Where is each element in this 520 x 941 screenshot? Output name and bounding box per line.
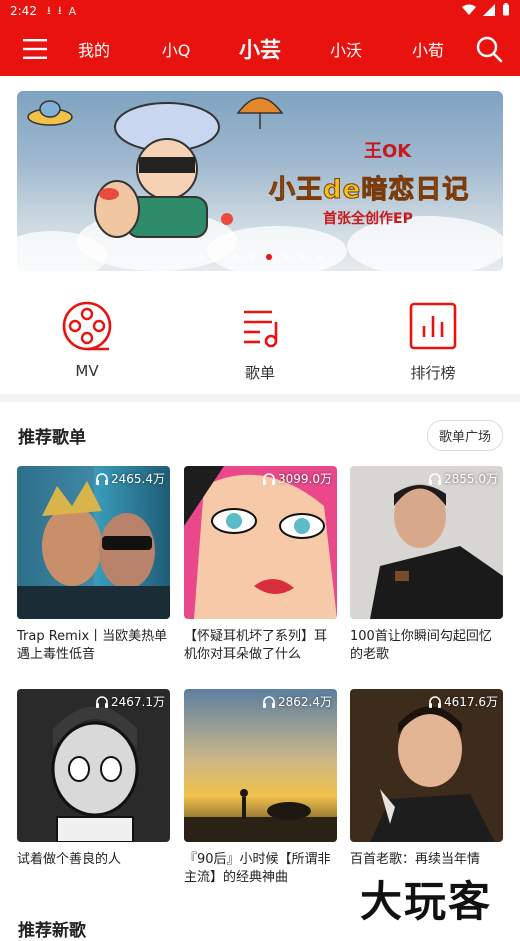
- play-count: 4617.6万: [428, 693, 498, 710]
- next-section-title: 推荐新歌: [18, 921, 86, 941]
- shortcut-label: 排行榜: [410, 364, 456, 382]
- carousel-dot-active[interactable]: [265, 254, 272, 260]
- banner-subtitle: 首张全创作EP: [323, 211, 413, 227]
- download-icon: ⭳: [57, 3, 62, 17]
- watermark-text: 大玩客: [360, 877, 493, 926]
- headphones-icon: [429, 695, 441, 708]
- shortcut-label: 歌单: [244, 364, 275, 382]
- cover-art: [51, 706, 139, 842]
- banner-carousel[interactable]: 王OK 小王de暗恋日记 首张全创作EP: [17, 91, 503, 271]
- section-title: 推荐歌单: [18, 427, 86, 448]
- shortcut-row: MV 歌单 排行榜: [0, 300, 520, 384]
- playlist-cover: 2862.4万: [184, 689, 337, 842]
- tab-bar: 我的 小Q 小芸 小沃 小荀: [70, 34, 458, 64]
- status-time: 2:42: [10, 4, 37, 18]
- shortcut-label: MV: [75, 362, 99, 380]
- download-icon: ⭳: [46, 3, 51, 17]
- play-count: 2862.4万: [262, 693, 332, 710]
- carousel-dot[interactable]: [299, 254, 306, 260]
- playlist-icon: [244, 310, 278, 348]
- battery-icon: [502, 3, 510, 19]
- play-count-text: 2465.4万: [111, 472, 165, 486]
- play-count-text: 2862.4万: [278, 695, 332, 709]
- headphones-icon: [429, 472, 441, 485]
- playlist-card[interactable]: 2862.4万 『90后』小时候【所谓非主流】的经典神曲: [184, 689, 337, 887]
- play-count-text: 3099.0万: [278, 472, 332, 486]
- play-count-text: 2467.1万: [111, 695, 165, 709]
- playlist-cover: 2465.4万: [17, 466, 170, 619]
- search-button[interactable]: [458, 22, 520, 76]
- play-count: 3099.0万: [262, 470, 332, 487]
- shortcut-mv[interactable]: MV: [37, 300, 137, 380]
- carousel-dot[interactable]: [282, 254, 289, 260]
- playlist-cover: 4617.6万: [350, 689, 503, 842]
- tab-xiaoyun[interactable]: 小芸: [232, 34, 288, 64]
- cover-art: [184, 466, 337, 619]
- shortcut-charts[interactable]: 排行榜: [383, 300, 483, 383]
- cover-art: [370, 484, 503, 619]
- play-count: 2465.4万: [95, 470, 165, 487]
- ufo-icon: [27, 100, 73, 126]
- wifi-icon: [462, 4, 476, 19]
- section-divider: [0, 394, 520, 402]
- headphones-icon: [263, 695, 275, 708]
- carousel-dot[interactable]: [197, 254, 204, 260]
- play-count: 2855.0万: [428, 470, 498, 487]
- play-count-text: 2855.0万: [444, 472, 498, 486]
- hamburger-menu-icon: [23, 39, 47, 59]
- tab-xiaowo[interactable]: 小沃: [322, 37, 370, 61]
- search-icon: [476, 36, 503, 63]
- play-count-text: 4617.6万: [444, 695, 498, 709]
- tab-xiaoxun[interactable]: 小荀: [404, 37, 452, 61]
- headphones-icon: [96, 695, 108, 708]
- carousel-dot[interactable]: [231, 254, 238, 260]
- menu-button[interactable]: [0, 22, 70, 76]
- playlist-plaza-button[interactable]: 歌单广场: [426, 419, 503, 451]
- tab-xiaoq[interactable]: 小Q: [152, 37, 200, 61]
- film-reel-icon: [62, 301, 112, 351]
- shortcut-playlist[interactable]: 歌单: [210, 300, 310, 383]
- cover-art: [370, 706, 495, 842]
- playlist-card[interactable]: 3099.0万 【怀疑耳机坏了系列】耳机你对耳朵做了什么: [184, 466, 337, 664]
- umbrella-icon: [236, 97, 284, 129]
- banner-illustration: [94, 102, 233, 238]
- playlist-card[interactable]: 2855.0万 100首让你瞬间勾起回忆的老歌: [350, 466, 503, 664]
- play-count: 2467.1万: [95, 693, 165, 710]
- top-navigation: 我的 小Q 小芸 小沃 小荀: [0, 22, 520, 76]
- headphones-icon: [96, 472, 108, 485]
- playlist-title: 试着做个善良的人: [17, 852, 122, 867]
- cover-art: [184, 789, 337, 842]
- headphones-icon: [263, 472, 275, 485]
- playlist-title: 『90后』小时候【所谓非主流】的经典神曲: [184, 852, 331, 885]
- notification-badge: A: [68, 4, 77, 18]
- carousel-indicator: [17, 254, 503, 260]
- carousel-dot[interactable]: [248, 254, 255, 260]
- tab-mine[interactable]: 我的: [70, 37, 118, 61]
- playlist-cover: 3099.0万: [184, 466, 337, 619]
- playlist-card[interactable]: 4617.6万 百首老歌：再续当年情: [350, 689, 503, 887]
- playlist-title: Trap Remix丨当欧美热单遇上毒性低音: [17, 629, 168, 662]
- status-bar: 2:42 ⭳ ⭳ A: [0, 0, 520, 22]
- playlist-cover: 2855.0万: [350, 466, 503, 619]
- banner-title: 小王de暗恋日记: [268, 175, 470, 206]
- signal-icon: [483, 3, 495, 19]
- playlist-title: 【怀疑耳机坏了系列】耳机你对耳朵做了什么: [184, 629, 328, 662]
- carousel-dot[interactable]: [316, 254, 323, 260]
- banner-artist: 王OK: [364, 141, 412, 162]
- carousel-dot[interactable]: [214, 254, 221, 260]
- playlist-title: 100首让你瞬间勾起回忆的老歌: [350, 629, 492, 662]
- playlist-card[interactable]: 2467.1万 试着做个善良的人: [17, 689, 170, 887]
- playlist-cover: 2467.1万: [17, 689, 170, 842]
- cover-art: [17, 481, 170, 619]
- recommended-header: 推荐歌单 歌单广场: [18, 419, 503, 451]
- chart-icon: [409, 302, 457, 350]
- playlist-card[interactable]: 2465.4万 Trap Remix丨当欧美热单遇上毒性低音: [17, 466, 170, 664]
